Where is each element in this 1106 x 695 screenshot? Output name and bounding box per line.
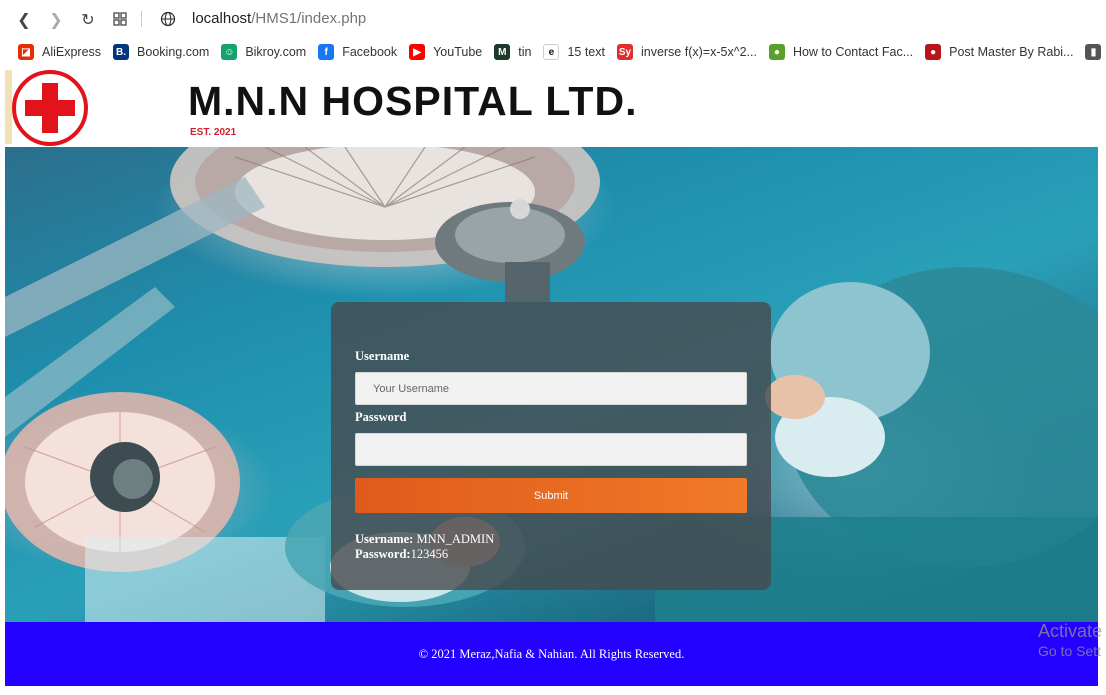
cred-username-value: MNN_ADMIN	[416, 532, 495, 546]
url-host: localhost	[192, 10, 252, 27]
page-content: M.N.N HOSPITAL LTD. EST. 2021 Username Y…	[5, 68, 1098, 688]
site-header: M.N.N HOSPITAL LTD. EST. 2021	[5, 68, 1098, 148]
bookmark-favicon-icon: f	[318, 44, 335, 60]
bookmark-item[interactable]: ● Post Master By Rabi...	[925, 44, 1073, 60]
globe-icon[interactable]	[158, 9, 178, 29]
credentials-password-line: Password:123456	[355, 547, 494, 562]
bookmark-label: tin	[518, 45, 532, 59]
bookmark-favicon-icon: ▮	[1085, 44, 1102, 60]
bookmark-favicon-icon: Sy	[616, 44, 633, 60]
url-path: /HMS1/index.php	[251, 10, 367, 27]
bookmark-label: 15 text	[567, 45, 605, 59]
bookmarks-bar: ◪ AliExpress B. Booking.com ☺ Bikroy.com f Face…	[0, 38, 1106, 66]
bookmark-favicon-icon: ●	[768, 44, 785, 60]
footer-copyright: © 2021 Meraz,Nafia & Nahian. All Rights …	[418, 646, 685, 661]
bookmark-favicon-icon: ☺	[221, 44, 238, 60]
apps-grid-icon[interactable]	[110, 9, 130, 29]
cred-username-label: Username:	[355, 532, 414, 546]
hero-background-image: Username Password Submit Username: MNN_A…	[5, 147, 1098, 622]
bookmark-item[interactable]: B. Booking.com	[113, 44, 209, 60]
bookmark-item[interactable]: ▮Hollyw	[1085, 44, 1106, 60]
credentials-username-line: Username: MNN_ADMIN	[355, 532, 494, 547]
arrow-left-icon[interactable]: ❮	[14, 9, 34, 29]
established-label: EST. 2021	[190, 127, 237, 138]
reload-icon[interactable]: ↻	[78, 9, 98, 29]
submit-button[interactable]: Submit	[355, 478, 747, 513]
bookmark-label: How to Contact Fac...	[792, 45, 914, 59]
bookmark-item[interactable]: ▶ YouTube	[409, 44, 482, 60]
bookmark-label: Bikroy.com	[245, 45, 307, 59]
bookmark-label: Post Master By Rabi...	[949, 45, 1074, 59]
cred-password-value: 123456	[410, 547, 449, 561]
bookmark-favicon-icon: ▶	[409, 44, 426, 60]
bookmark-label: Booking.com	[137, 45, 210, 59]
site-brand-title: M.N.N HOSPITAL LTD.	[188, 78, 638, 124]
credentials-hint: Username: MNN_ADMIN Password:123456	[355, 532, 494, 562]
bookmark-item[interactable]: Sy inverse f(x)=x-5x^2...	[616, 44, 757, 60]
username-label: Username	[355, 349, 410, 363]
bookmark-label: YouTube	[433, 45, 483, 59]
cred-password-label: Password:	[355, 547, 411, 561]
bookmark-favicon-icon: B.	[113, 44, 130, 60]
bookmark-item[interactable]: f Facebook	[318, 44, 397, 60]
bookmark-label: inverse f(x)=x-5x^2...	[640, 45, 757, 59]
bookmark-favicon-icon: e	[543, 44, 560, 60]
address-separator	[141, 11, 142, 27]
password-input[interactable]	[355, 433, 747, 466]
windows-activation-watermark: Activate Go to Sett	[1038, 621, 1102, 659]
red-cross-icon	[10, 69, 90, 147]
password-label: Password	[355, 410, 407, 424]
url-field[interactable]: localhost/HMS1/index.php	[192, 10, 366, 27]
watermark-line-1: Activate	[1038, 621, 1103, 641]
login-form: Username Password Submit Username: MNN_A…	[331, 302, 771, 590]
bookmark-label: AliExpress	[42, 45, 102, 59]
bookmark-label: Facebook	[342, 45, 398, 59]
bookmark-item[interactable]: ☺ Bikroy.com	[221, 44, 306, 60]
username-input[interactable]	[355, 372, 747, 405]
browser-address-bar: ❮ ❯ ↻ localhost/HMS1/index.php	[0, 0, 1106, 38]
bookmark-item[interactable]: Mtin	[494, 44, 531, 60]
bookmark-favicon-icon: M	[494, 44, 511, 60]
site-footer: © 2021 Meraz,Nafia & Nahian. All Rights …	[5, 622, 1098, 686]
bookmark-item[interactable]: ● How to Contact Fac...	[768, 44, 914, 60]
arrow-right-icon[interactable]: ❯	[46, 9, 66, 29]
bookmark-favicon-icon: ◪	[18, 44, 34, 60]
bookmark-item[interactable]: ◪ AliExpress	[18, 44, 101, 60]
watermark-line-2: Go to Sett	[1038, 643, 1102, 659]
bookmark-favicon-icon: ●	[925, 44, 942, 60]
bookmark-item[interactable]: e 15 text	[543, 44, 605, 60]
